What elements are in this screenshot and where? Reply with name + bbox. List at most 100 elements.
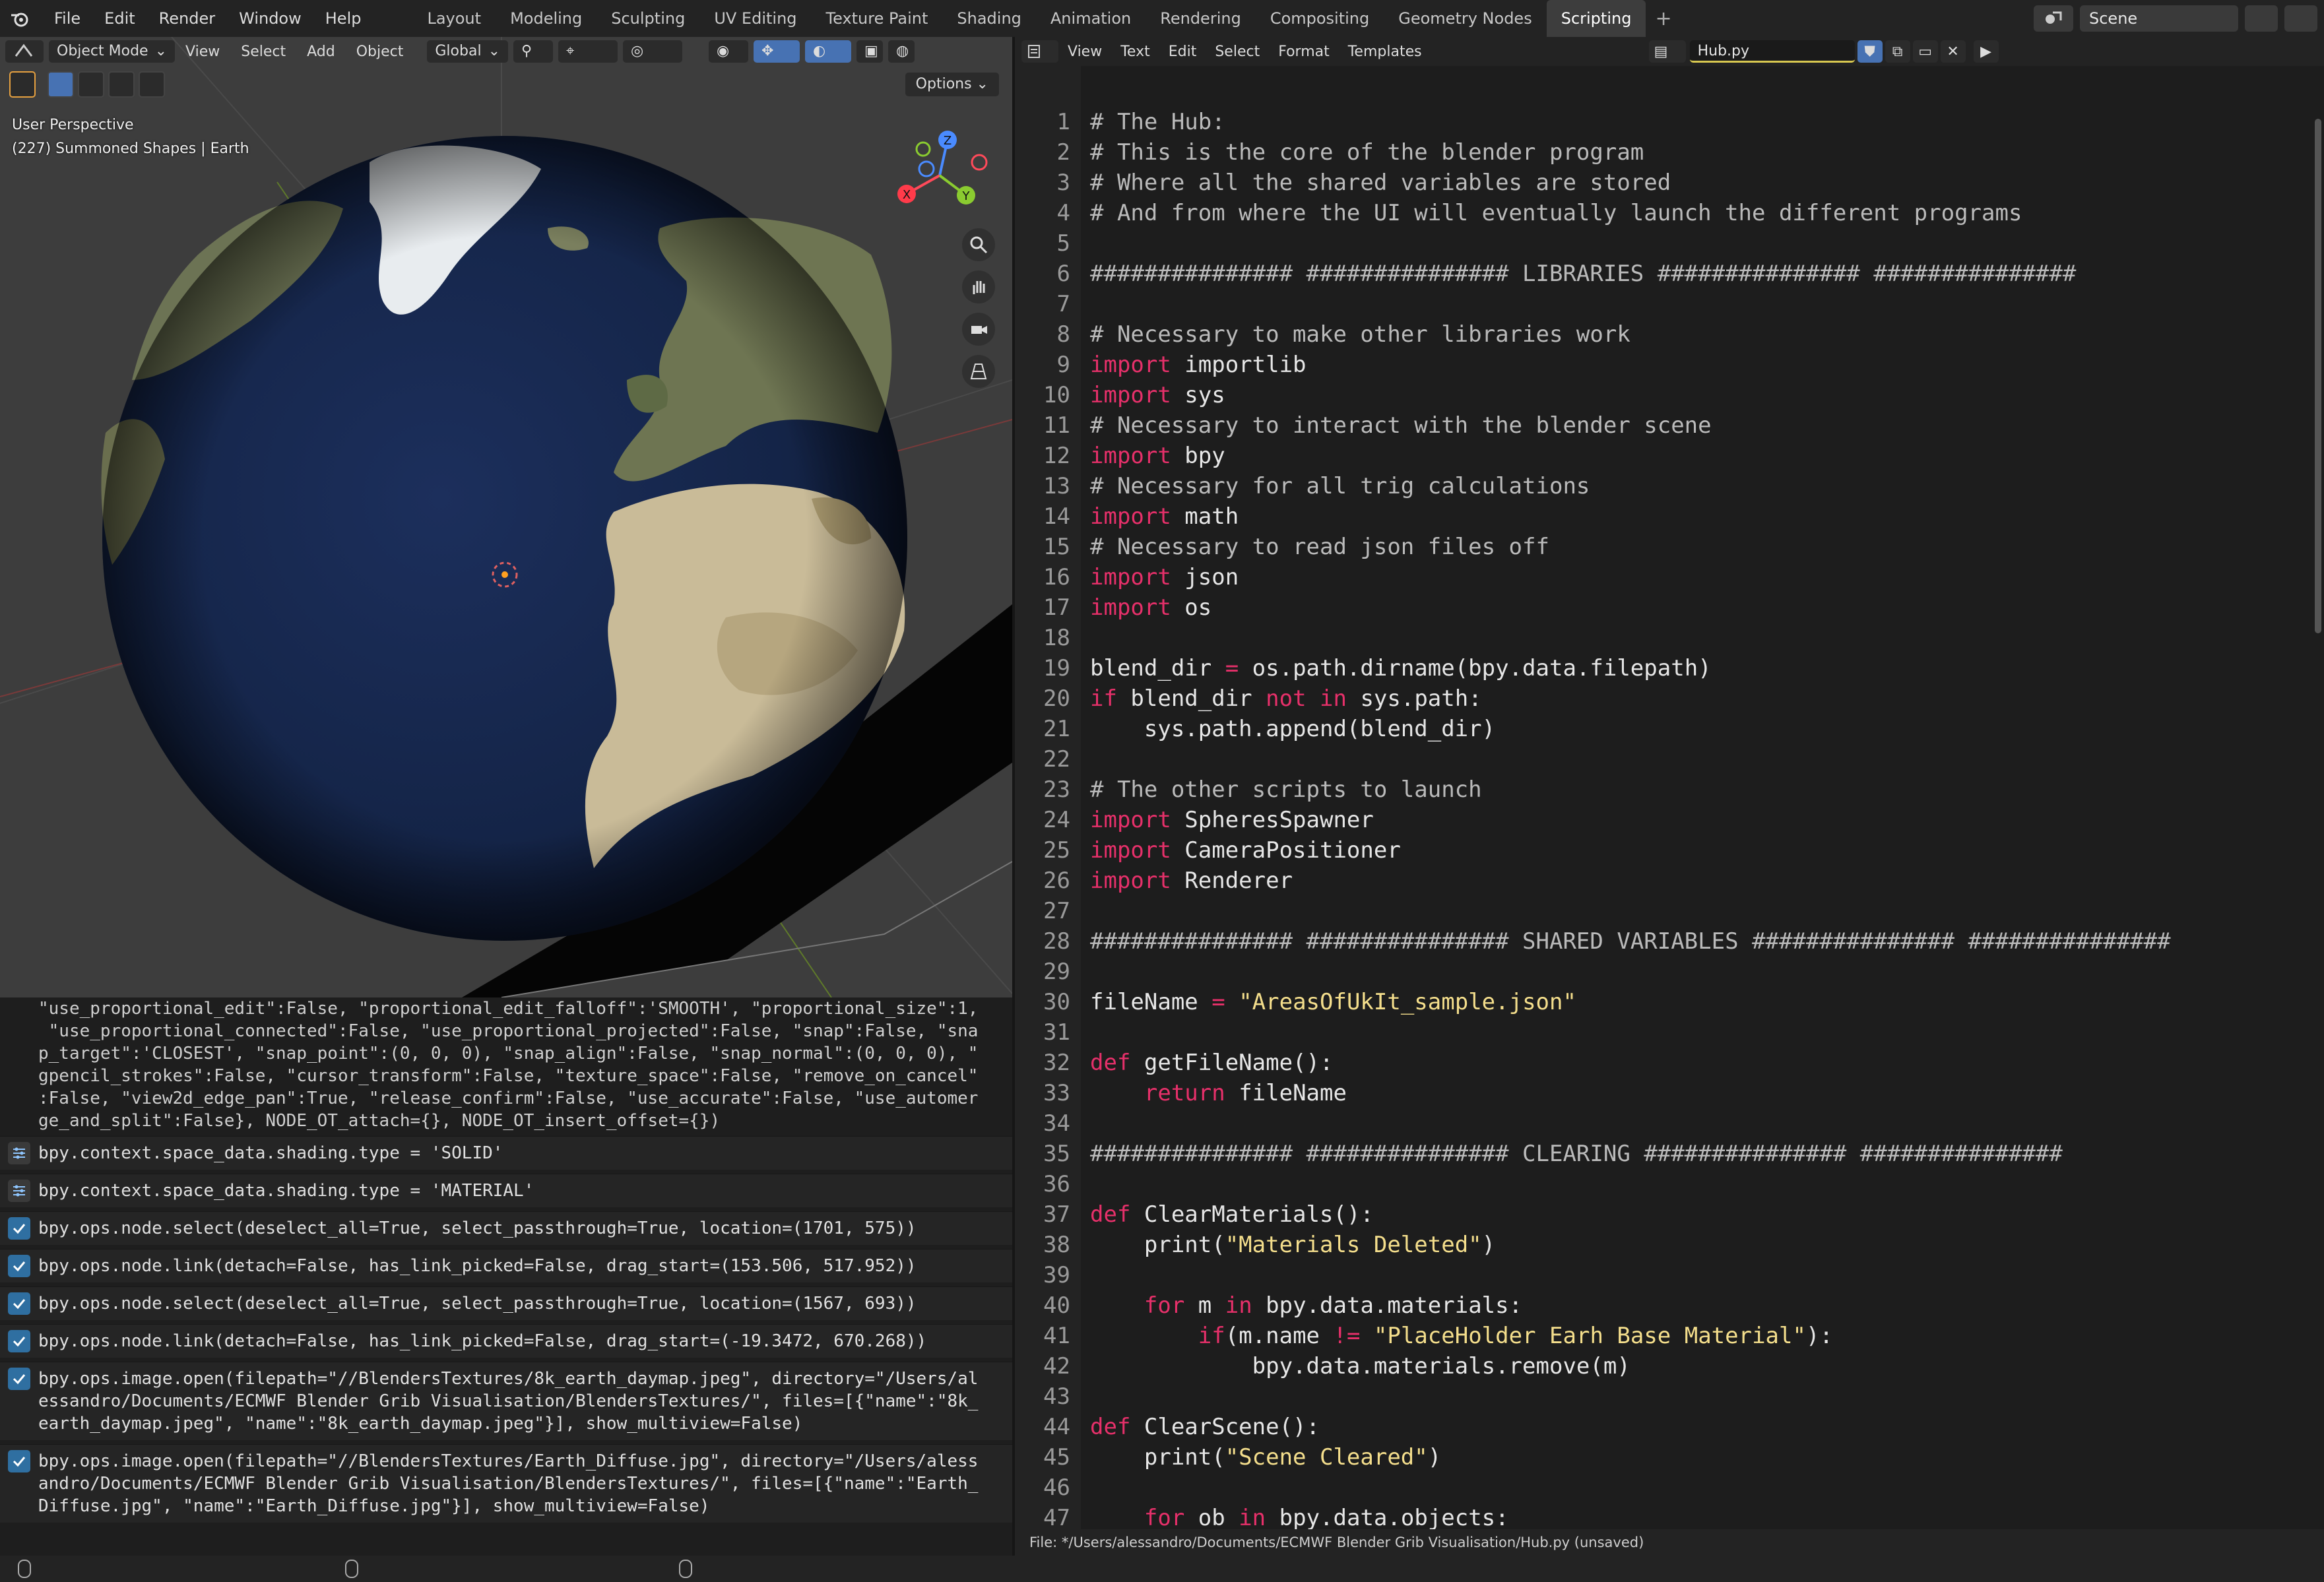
camera-view-icon[interactable]: [962, 313, 995, 346]
code-line: 1 # The Hub:: [1015, 107, 2324, 137]
info-report-row[interactable]: bpy.context.space_data.shading.type = 'M…: [0, 1174, 1012, 1207]
menu-render[interactable]: Render: [147, 0, 227, 37]
select-box-tool-icon[interactable]: [9, 71, 36, 98]
menu-edit[interactable]: Edit: [92, 0, 146, 37]
code-line: 11 # Necessary to interact with the blend…: [1015, 410, 2324, 441]
editor-menu-select[interactable]: Select: [1206, 44, 1269, 60]
snap-icon[interactable]: ⌖: [558, 40, 618, 63]
transform-orientation-dropdown[interactable]: Global ⌄: [427, 40, 508, 63]
editor-menu-text[interactable]: Text: [1111, 44, 1159, 60]
pan-hand-icon[interactable]: [962, 270, 995, 303]
overlays-icon[interactable]: ◐: [805, 40, 851, 63]
viewport-menu-select[interactable]: Select: [230, 44, 296, 60]
run-script-play-icon[interactable]: ▶: [1973, 40, 1999, 63]
editor-menu-view[interactable]: View: [1058, 44, 1111, 60]
code-text: import CameraPositioner: [1090, 837, 1401, 864]
select-new-icon[interactable]: [48, 71, 74, 98]
editor-scrollbar[interactable]: [2315, 119, 2321, 633]
options-dropdown[interactable]: Options ⌄: [905, 73, 999, 96]
proportional-edit-icon[interactable]: ◎: [623, 40, 682, 63]
select-extend-icon[interactable]: [78, 71, 104, 98]
add-workspace-button[interactable]: +: [1646, 7, 1681, 30]
code-line: 8 # Necessary to make other libraries wor…: [1015, 319, 2324, 350]
line-number: 37: [1043, 1201, 1070, 1228]
text-filename-field[interactable]: Hub.py: [1689, 40, 1855, 63]
code-area[interactable]: 1 # The Hub: 2 # This is the core of the bl…: [1015, 66, 2324, 1566]
close-icon[interactable]: ✕: [1940, 40, 1966, 63]
tab-uv-editing[interactable]: UV Editing: [699, 0, 811, 37]
editor-menu-templates[interactable]: Templates: [1339, 44, 1431, 60]
code-text: # Where all the shared variables are sto…: [1090, 170, 1671, 196]
menu-file[interactable]: File: [42, 0, 92, 37]
code-line: 10 import sys: [1015, 380, 2324, 410]
xray-icon[interactable]: ▣: [856, 40, 883, 63]
info-report-row[interactable]: bpy.ops.node.link(detach=False, has_link…: [0, 1249, 1012, 1282]
tab-geometry-nodes[interactable]: Geometry Nodes: [1384, 0, 1546, 37]
zoom-icon[interactable]: [962, 228, 995, 261]
code-line: 16 import json: [1015, 562, 2324, 592]
browse-text-icon[interactable]: ▤: [1648, 40, 1686, 63]
3d-viewport[interactable]: Object Mode ⌄ View Select Add Object Global…: [0, 37, 1012, 997]
viewport-nav-icons: [962, 228, 995, 388]
editor-menu-edit[interactable]: Edit: [1159, 44, 1206, 60]
text-editor[interactable]: View Text Edit Select Format Templates ▤ Hub.…: [1012, 37, 2324, 1566]
tab-rendering[interactable]: Rendering: [1146, 0, 1256, 37]
info-editor[interactable]: "use_proportional_edit":False, "proporti…: [0, 997, 1012, 1556]
info-report-row[interactable]: bpy.ops.image.open(filepath="//BlendersT…: [0, 1444, 1012, 1523]
editor-type-button[interactable]: [1021, 40, 1058, 63]
code-line: 5: [1015, 228, 2324, 259]
code-line: 41 if(m.name != "PlaceHolder Earh Base M…: [1015, 1321, 2324, 1351]
viewport-visibility-icon[interactable]: ◉: [709, 40, 748, 63]
info-report-row[interactable]: bpy.ops.node.select(deselect_all=True, s…: [0, 1286, 1012, 1320]
info-report-row[interactable]: bpy.ops.image.open(filepath="//BlendersT…: [0, 1362, 1012, 1440]
shading-wireframe-icon[interactable]: ◍: [888, 40, 915, 63]
info-report-row[interactable]: bpy.ops.node.select(deselect_all=True, s…: [0, 1211, 1012, 1245]
gizmo-toggle-icon[interactable]: ✥: [754, 40, 800, 63]
earth-sphere[interactable]: [101, 136, 907, 941]
viewport-menu-view[interactable]: View: [175, 44, 230, 60]
perspective-toggle-icon[interactable]: [962, 355, 995, 388]
menu-help[interactable]: Help: [313, 0, 373, 37]
view-layer-icon[interactable]: [2284, 5, 2317, 32]
code-line: 32 def getFileName():: [1015, 1048, 2324, 1078]
viewport-menu-object[interactable]: Object: [346, 44, 414, 60]
line-number: 5: [1056, 230, 1070, 257]
tab-layout[interactable]: Layout: [412, 0, 496, 37]
tab-shading[interactable]: Shading: [942, 0, 1036, 37]
new-text-icon[interactable]: ⧉: [1885, 40, 1910, 63]
line-number: 39: [1043, 1262, 1070, 1288]
code-text: import Renderer: [1090, 868, 1293, 894]
viewport-menu-add[interactable]: Add: [296, 44, 346, 60]
blender-logo-icon[interactable]: [8, 7, 32, 30]
open-text-folder-icon[interactable]: ▭: [1912, 40, 1938, 63]
new-scene-icon[interactable]: [2245, 5, 2278, 32]
pivot-icon[interactable]: ⚲: [513, 40, 553, 63]
line-number: 27: [1043, 898, 1070, 924]
menu-window[interactable]: Window: [227, 0, 313, 37]
select-subtract-icon[interactable]: [108, 71, 135, 98]
tab-modeling[interactable]: Modeling: [496, 0, 597, 37]
info-report-row[interactable]: bpy.context.space_data.shading.type = 'S…: [0, 1136, 1012, 1170]
scene-icon[interactable]: [2034, 5, 2073, 32]
code-line: 17 import os: [1015, 592, 2324, 623]
info-report-row[interactable]: bpy.ops.node.link(detach=False, has_link…: [0, 1324, 1012, 1358]
tab-animation[interactable]: Animation: [1036, 0, 1146, 37]
tab-sculpting[interactable]: Sculpting: [597, 0, 699, 37]
info-report-text: bpy.ops.node.link(detach=False, has_link…: [38, 1331, 927, 1351]
line-number: 26: [1043, 868, 1070, 894]
scene-name-field[interactable]: Scene: [2080, 5, 2238, 32]
line-number: 11: [1043, 412, 1070, 439]
select-intersect-icon[interactable]: [139, 71, 165, 98]
tab-texture-paint[interactable]: Texture Paint: [812, 0, 943, 37]
editor-type-button[interactable]: [5, 40, 44, 63]
navigation-gizmo[interactable]: Z X Y: [887, 123, 992, 228]
fake-user-shield-icon[interactable]: ⛊: [1857, 40, 1883, 63]
code-line: 21 sys.path.append(blend_dir): [1015, 714, 2324, 744]
editor-menu-format[interactable]: Format: [1269, 44, 1339, 60]
tab-scripting[interactable]: Scripting: [1546, 0, 1646, 37]
tab-compositing[interactable]: Compositing: [1256, 0, 1384, 37]
mode-dropdown[interactable]: Object Mode ⌄: [49, 40, 176, 63]
operator-check-icon: [8, 1217, 30, 1240]
